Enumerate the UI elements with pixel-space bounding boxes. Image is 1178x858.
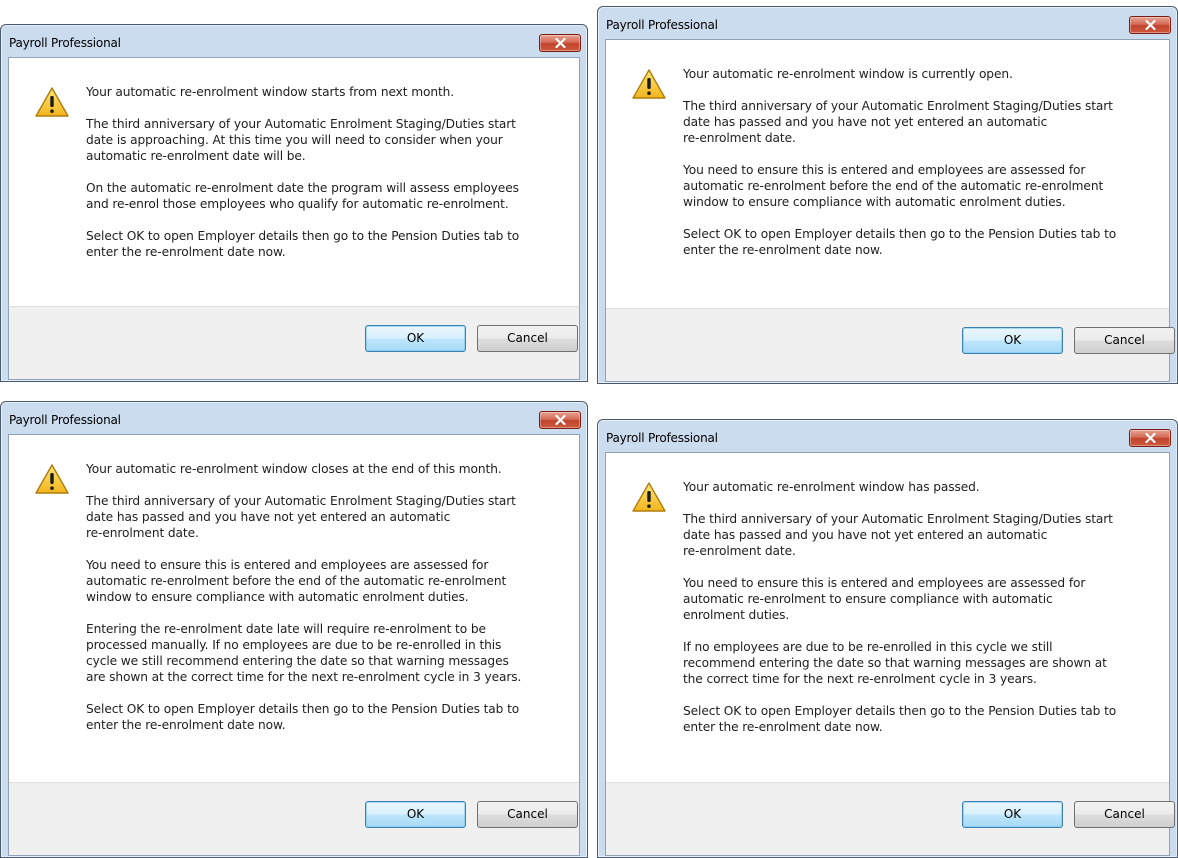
dialog-window-passed: Payroll Professional Your automatic re-e… [597, 419, 1178, 858]
button-bar: OK Cancel [9, 782, 579, 855]
close-icon [1145, 20, 1156, 30]
message-area: Your automatic re-enrolment window is cu… [606, 40, 1169, 309]
title-bar[interactable]: Payroll Professional [1, 402, 587, 434]
close-icon [555, 38, 566, 48]
ok-button[interactable]: OK [962, 801, 1063, 828]
message-paragraph: Select OK to open Employer details then … [86, 229, 520, 259]
message-paragraph: You need to ensure this is entered and e… [683, 163, 1104, 209]
warning-icon [35, 464, 69, 494]
message-paragraph: The third anniversary of your Automatic … [683, 99, 1113, 145]
close-icon [555, 415, 566, 425]
button-bar: OK Cancel [606, 782, 1175, 855]
dialog-client: Your automatic re-enrolment window has p… [605, 452, 1175, 856]
cancel-button[interactable]: Cancel [1074, 327, 1175, 354]
ok-button[interactable]: OK [365, 801, 466, 828]
window-title: Payroll Professional [9, 36, 121, 50]
message-heading: Your automatic re-enrolment window is cu… [683, 67, 1013, 81]
message-text: Your automatic re-enrolment window close… [86, 461, 567, 749]
message-paragraph: Select OK to open Employer details then … [683, 704, 1117, 734]
message-paragraph: Select OK to open Employer details then … [683, 227, 1117, 257]
message-text: Your automatic re-enrolment window start… [86, 84, 567, 276]
message-heading: Your automatic re-enrolment window has p… [683, 480, 980, 494]
message-heading: Your automatic re-enrolment window start… [86, 85, 455, 99]
button-bar: OK Cancel [9, 306, 579, 379]
cancel-button[interactable]: Cancel [477, 801, 578, 828]
button-bar: OK Cancel [606, 308, 1175, 381]
message-area: Your automatic re-enrolment window close… [9, 435, 579, 783]
message-paragraph: You need to ensure this is entered and e… [683, 576, 1086, 622]
close-button[interactable] [1129, 429, 1171, 447]
message-paragraph: The third anniversary of your Automatic … [86, 117, 516, 163]
title-bar[interactable]: Payroll Professional [598, 7, 1177, 39]
dialog-window-open: Payroll Professional Your automatic re-e… [597, 6, 1178, 384]
message-heading: Your automatic re-enrolment window close… [86, 462, 502, 476]
message-area: Your automatic re-enrolment window start… [9, 58, 579, 307]
window-title: Payroll Professional [606, 431, 718, 445]
ok-button[interactable]: OK [962, 327, 1063, 354]
title-bar[interactable]: Payroll Professional [1, 25, 587, 57]
dialog-window-closes: Payroll Professional Your automatic re-e… [0, 401, 588, 858]
message-paragraph: The third anniversary of your Automatic … [683, 512, 1113, 558]
warning-icon [35, 87, 69, 117]
close-icon [1145, 433, 1156, 443]
ok-button[interactable]: OK [365, 325, 466, 352]
close-button[interactable] [1129, 16, 1171, 34]
dialog-client: Your automatic re-enrolment window is cu… [605, 39, 1175, 382]
message-paragraph: If no employees are due to be re-enrolle… [683, 640, 1107, 686]
message-paragraph: Select OK to open Employer details then … [86, 702, 520, 732]
window-title: Payroll Professional [9, 413, 121, 427]
message-paragraph: On the automatic re-enrolment date the p… [86, 181, 519, 211]
dialog-client: Your automatic re-enrolment window close… [8, 434, 580, 856]
dialog-client: Your automatic re-enrolment window start… [8, 57, 580, 380]
message-area: Your automatic re-enrolment window has p… [606, 453, 1169, 783]
dialog-window-starts: Payroll Professional Your automatic re-e… [0, 24, 588, 382]
message-text: Your automatic re-enrolment window has p… [683, 479, 1157, 751]
cancel-button[interactable]: Cancel [477, 325, 578, 352]
message-paragraph: You need to ensure this is entered and e… [86, 558, 507, 604]
title-bar[interactable]: Payroll Professional [598, 420, 1177, 452]
message-text: Your automatic re-enrolment window is cu… [683, 66, 1157, 274]
close-button[interactable] [539, 411, 581, 429]
close-button[interactable] [539, 34, 581, 52]
warning-icon [632, 482, 666, 512]
window-title: Payroll Professional [606, 18, 718, 32]
cancel-button[interactable]: Cancel [1074, 801, 1175, 828]
warning-icon [632, 69, 666, 99]
message-paragraph: The third anniversary of your Automatic … [86, 494, 516, 540]
message-paragraph: Entering the re-enrolment date late will… [86, 622, 522, 684]
